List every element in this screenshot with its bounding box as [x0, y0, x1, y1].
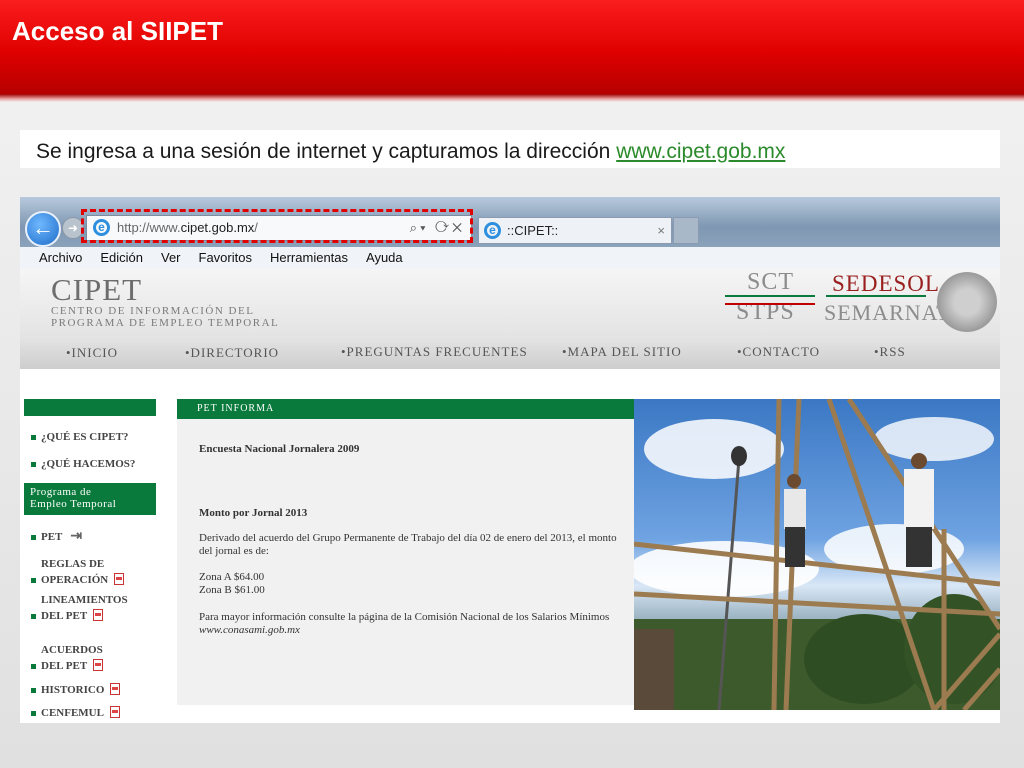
- semarnat-logo[interactable]: SEMARNAT: [824, 300, 951, 326]
- sidebar-label: REGLAS DE: [41, 558, 105, 570]
- browser-screenshot: ← ➜ e http://www.cipet.gob.mx/ ⌕▾ ⟳✕ e :…: [20, 197, 1000, 723]
- intro-link[interactable]: www.cipet.gob.mx: [616, 140, 785, 163]
- sedesol-logo[interactable]: SEDESOL: [832, 271, 940, 297]
- sidebar-top-bar: [24, 399, 156, 416]
- menu-ver[interactable]: Ver: [161, 250, 181, 265]
- site-subtitle-line2: PROGRAMA DE EMPLEO TEMPORAL: [51, 317, 280, 329]
- intro-text: Se ingresa a una sesión de internet y ca…: [36, 140, 611, 163]
- sidebar-item-pet[interactable]: PET ⇥: [31, 530, 82, 544]
- bullet-icon: [31, 577, 36, 583]
- browser-toolbar: ← ➜ e http://www.cipet.gob.mx/ ⌕▾ ⟳✕ e :…: [20, 197, 1000, 247]
- sidebar-label: DEL PET: [41, 610, 88, 622]
- program-line2: Empleo Temporal: [30, 498, 117, 510]
- monto-title[interactable]: Monto por Jornal 2013: [199, 507, 619, 520]
- sidebar-item-que-hacemos[interactable]: ¿QUÉ HACEMOS?: [31, 458, 135, 471]
- sidebar-label: ¿QUÉ HACEMOS?: [41, 458, 136, 470]
- sidebar-item-que-es[interactable]: ¿QUÉ ES CIPET?: [31, 431, 128, 444]
- pet-informa-header: PET INFORMA: [177, 399, 634, 419]
- pdf-icon: [93, 609, 104, 621]
- sidebar-item-lineamientos[interactable]: LINEAMIENTOS DEL PET: [31, 594, 128, 623]
- pdf-icon: [93, 659, 104, 671]
- sidebar-item-acuerdos[interactable]: ACUERDOS DEL PET: [31, 644, 104, 673]
- menu-archivo[interactable]: Archivo: [39, 250, 82, 265]
- encuesta-title[interactable]: Encuesta Nacional Jornalera 2009: [199, 443, 619, 456]
- menu-bar: Archivo Edición Ver Favoritos Herramientas Ay…: [20, 247, 1000, 270]
- back-arrow-icon[interactable]: ←: [25, 211, 61, 247]
- browser-tab[interactable]: e ::CIPET:: ×: [478, 217, 672, 244]
- sidebar-label: HISTORICO: [41, 684, 105, 696]
- menu-ayuda[interactable]: Ayuda: [366, 250, 403, 265]
- nav-preguntas[interactable]: •PREGUNTAS FRECUENTES: [341, 344, 528, 360]
- site-subtitle-line1: CENTRO DE INFORMACIÓN DEL: [51, 305, 255, 317]
- intro-box: Se ingresa a una sesión de internet y ca…: [20, 130, 1000, 168]
- new-tab-button[interactable]: [673, 217, 699, 244]
- monto-body: Derivado del acuerdo del Grupo Permanent…: [199, 532, 617, 557]
- nav-directorio[interactable]: •DIRECTORIO: [185, 345, 279, 361]
- bullet-icon: [31, 663, 36, 669]
- bullet-icon: [31, 710, 36, 716]
- sidebar-item-historico[interactable]: HISTORICO: [31, 681, 121, 697]
- pdf-icon: [109, 706, 120, 718]
- nav-inicio[interactable]: •INICIO: [66, 345, 118, 361]
- content-gap: [20, 369, 1000, 399]
- sidebar-item-cenfemul[interactable]: CENFEMUL: [31, 704, 120, 720]
- tab-title: ::CIPET::: [507, 223, 559, 238]
- bullet-icon: [31, 613, 36, 619]
- sidebar-label: ¿QUÉ ES CIPET?: [41, 431, 129, 443]
- site-sidebar: ¿QUÉ ES CIPET? ¿QUÉ HACEMOS? Programa de…: [24, 399, 156, 723]
- site-header: CIPET CENTRO DE INFORMACIÓN DEL PROGRAMA…: [20, 269, 1000, 336]
- banner-shadow: [0, 94, 1024, 102]
- slide-title: Acceso al SIIPET: [12, 16, 223, 46]
- menu-edicion[interactable]: Edición: [100, 250, 143, 265]
- nav-mapa[interactable]: •MAPA DEL SITIO: [562, 344, 682, 360]
- bullet-icon: [31, 534, 36, 540]
- mexico-seal-icon: [937, 272, 997, 332]
- sidebar-label: PET: [41, 531, 63, 543]
- login-icon: ⇥: [70, 529, 83, 544]
- program-line1: Programa de: [30, 486, 92, 498]
- sidebar-label: OPERACIÓN: [41, 574, 109, 586]
- workers-photo: [634, 399, 1000, 710]
- zona-b: Zona B $61.00: [199, 584, 265, 596]
- sidebar-program-header: Programa de Empleo Temporal: [24, 483, 156, 515]
- site-nav: •INICIO •DIRECTORIO •PREGUNTAS FRECUENTE…: [20, 336, 1000, 369]
- zona-a: Zona A $64.00: [199, 571, 265, 583]
- sidebar-item-reglas[interactable]: REGLAS DE OPERACIÓN: [31, 558, 125, 587]
- sidebar-label: DEL PET: [41, 660, 88, 672]
- pet-informa-panel: PET INFORMA Encuesta Nacional Jornalera …: [177, 399, 634, 705]
- pdf-icon: [110, 683, 121, 695]
- stps-underline: [725, 303, 815, 305]
- sidebar-label: ACUERDOS: [41, 644, 103, 656]
- site-logo[interactable]: CIPET: [51, 272, 142, 308]
- tab-close-icon[interactable]: ×: [657, 218, 665, 243]
- site-subtitle: CENTRO DE INFORMACIÓN DEL PROGRAMA DE EM…: [51, 305, 279, 329]
- more-info-text: Para mayor información consulte la págin…: [199, 611, 610, 623]
- pdf-icon: [114, 573, 125, 585]
- title-banner: [0, 0, 1024, 94]
- sidebar-label: LINEAMIENTOS: [41, 594, 128, 606]
- nav-rss[interactable]: •RSS: [874, 344, 906, 360]
- nav-contacto[interactable]: •CONTACTO: [737, 344, 820, 360]
- address-highlight-box: [81, 209, 473, 243]
- bullet-icon: [31, 461, 36, 467]
- menu-herramientas[interactable]: Herramientas: [270, 250, 348, 265]
- sidebar-label: CENFEMUL: [41, 707, 104, 719]
- menu-favoritos[interactable]: Favoritos: [199, 250, 252, 265]
- bullet-icon: [31, 434, 36, 440]
- tab-ie-icon: e: [484, 222, 501, 239]
- workers-scaffold-image: [634, 399, 1000, 710]
- conasami-link[interactable]: www.conasami.gob.mx: [199, 624, 619, 637]
- sct-logo[interactable]: SCT: [747, 269, 794, 296]
- bullet-icon: [31, 687, 36, 693]
